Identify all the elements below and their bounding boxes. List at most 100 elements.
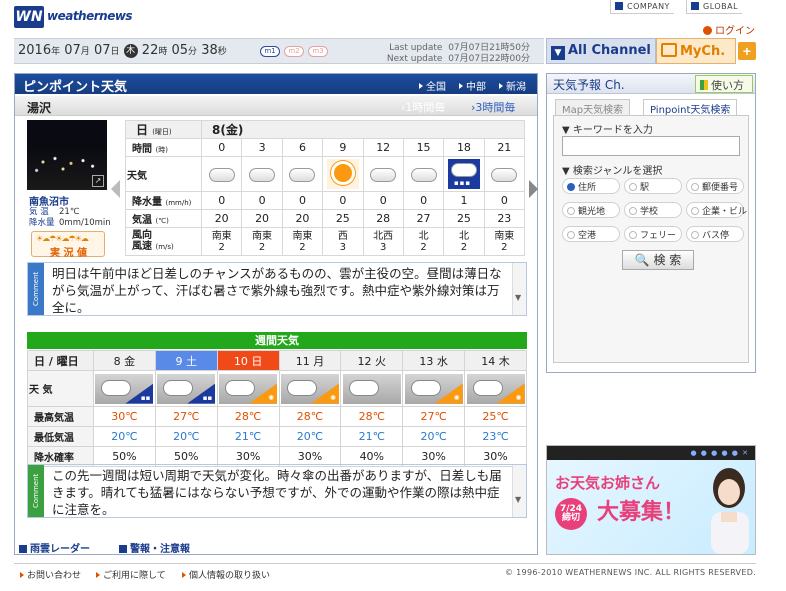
expand-icon[interactable]: ↗	[92, 175, 104, 187]
comment-scrollbar[interactable]: ▼	[512, 465, 526, 517]
wind-direction: 南東	[252, 230, 273, 242]
scroll-down-icon[interactable]: ▼	[515, 293, 521, 302]
login-label: ログイン	[715, 26, 755, 37]
square-icon	[691, 2, 699, 10]
row-label-wind: 風向 風速 (m/s)	[125, 227, 202, 256]
warnings-label: 警報・注意報	[130, 544, 190, 555]
contact-link[interactable]: お問い合わせ	[20, 568, 81, 581]
genre-option[interactable]: フェリー	[624, 226, 682, 242]
genre-option[interactable]: 住所	[562, 178, 620, 194]
cloud-sun-icon: ✺	[466, 373, 525, 404]
search-button-label: 検 索	[653, 253, 682, 267]
precip-cell: 0	[362, 191, 404, 210]
wind-cell: 北西 3	[362, 227, 404, 256]
global-link[interactable]: GLOBAL	[686, 0, 743, 14]
live-camera-image[interactable]: ↗	[27, 120, 107, 190]
weekly-weather-cell: ✺	[402, 370, 466, 407]
cloud-shape	[101, 379, 132, 396]
genre-option[interactable]: 観光地	[562, 202, 620, 218]
all-channel-button[interactable]: ▼ All Channel	[546, 38, 656, 64]
temp-cell: 25	[443, 209, 485, 228]
weekly-comment-box: Comment この先一週間は短い周期で天気が変化。時々傘の出番がありますが、日…	[27, 464, 527, 518]
weekly-low-cell: 20℃	[93, 426, 156, 447]
wind-speed: 2	[420, 241, 427, 253]
search-button[interactable]: 🔍 検 索	[622, 250, 694, 270]
row-label-day: 日 / 曜日	[27, 350, 94, 371]
clock-month-unit: 月	[80, 47, 90, 57]
recruit-banner[interactable]: ● ● ● ● ● ✕ お天気お姉さん 大募集！ 7/24 締切	[546, 445, 756, 555]
region-link-chubu[interactable]: 中部	[459, 78, 486, 93]
genre-option-label: 学校	[640, 207, 659, 217]
weekly-day-header: 12 火	[340, 350, 404, 371]
tab-3hour[interactable]: ›3時間毎	[471, 99, 515, 115]
logo-text: weathernews	[47, 9, 133, 23]
expand-icon	[19, 545, 27, 553]
live-values-button[interactable]: ☀☁☂☀☁☂☀☁ 実 況 値	[31, 231, 105, 259]
weekly-weather-cell: ✺	[278, 370, 342, 407]
genre-option[interactable]: 学校	[624, 202, 682, 218]
clock-year: 2016	[18, 43, 52, 58]
comment-scrollbar[interactable]: ▼	[512, 263, 526, 315]
radio-icon	[629, 231, 637, 239]
company-link[interactable]: COMPANY	[610, 0, 674, 14]
hours-cell: 3	[241, 138, 283, 157]
sun-shape	[333, 164, 352, 182]
weekly-high-cell: 30℃	[93, 406, 156, 427]
genre-option[interactable]: 駅	[624, 178, 682, 194]
tab-1hour[interactable]: ›1時間毎	[401, 99, 445, 115]
row-label-time-text: 時間	[132, 144, 152, 155]
logo-mark: WN	[14, 6, 44, 28]
weather-cell	[200, 156, 243, 192]
radio-icon	[629, 183, 637, 191]
row-label-wind-speed: 風速	[132, 241, 152, 252]
genre-option[interactable]: 郵便番号	[686, 178, 744, 194]
genre-option[interactable]: 空港	[562, 226, 620, 242]
next-day-arrow[interactable]	[529, 180, 538, 198]
weekly-day-header: 10 日	[216, 350, 280, 371]
genre-option[interactable]: バス停	[686, 226, 744, 242]
prev-day-arrow[interactable]	[111, 180, 120, 198]
clock-year-unit: 年	[51, 47, 61, 57]
radio-icon	[691, 231, 699, 239]
scroll-down-icon[interactable]: ▼	[515, 495, 521, 504]
wind-cell: 西3	[322, 227, 364, 256]
region-link-national[interactable]: 全国	[419, 78, 446, 93]
terms-link[interactable]: ご利用に際して	[96, 568, 166, 581]
weathernews-logo[interactable]: WN weathernews	[14, 6, 133, 28]
genre-option[interactable]: 企業・ビル	[686, 202, 747, 218]
weekly-title: 週間天気	[27, 332, 527, 349]
all-channel-label: All Channel	[568, 43, 651, 58]
keyword-input[interactable]	[562, 136, 740, 156]
raindrops: ▪▪	[202, 393, 213, 402]
wind-speed: 2	[258, 241, 266, 253]
tab-map-search[interactable]: Map天気検索	[555, 99, 631, 116]
login-link[interactable]: ログイン	[703, 22, 755, 37]
add-channel-button[interactable]: +	[738, 42, 756, 60]
wind-cell: 南東 2	[200, 227, 243, 256]
warnings-link[interactable]: 警報・注意報	[119, 540, 190, 555]
cloud-shape	[410, 168, 437, 182]
weekly-day-header: 11 月	[278, 350, 342, 371]
weather-cell	[483, 156, 526, 192]
row-label-temp: 気温 (℃)	[125, 209, 202, 228]
search-box: ▼ キーワードを入力 ▼ 検索ジャンルを選択 住所 駅 郵便番号 観光地 学校 企業・ビル…	[553, 115, 749, 363]
mode-m1-button[interactable]: m1	[260, 46, 280, 57]
region-link-niigata[interactable]: 新潟	[499, 78, 526, 93]
clock-day-unit: 日	[110, 47, 120, 57]
privacy-link[interactable]: 個人情報の取り扱い	[182, 568, 270, 581]
date-bar: 2016年 07月 07日 木 22時 05分 38秒 m1 m2 m3 Las…	[14, 38, 544, 64]
mode-m3-button[interactable]: m3	[308, 46, 328, 57]
usage-button[interactable]: 使い方	[695, 75, 753, 93]
row-label-low: 最低気温	[27, 426, 94, 447]
weekly-date: 12	[357, 354, 372, 368]
rain-radar-link[interactable]: 雨雲レーダー	[19, 540, 90, 555]
cloud-sun-icon: ✺	[404, 373, 463, 404]
wind-direction: 北西	[373, 230, 394, 242]
station-precip-value: 0mm/10min	[59, 218, 111, 228]
weekly-weekday: 火	[375, 354, 387, 368]
weekly-forecast-table: 日 / 曜日 8 金9 土 10 日 11 月 12 火 13 水 14 木 天 気 ▪▪ ▪▪…	[27, 350, 527, 467]
mode-m2-button[interactable]: m2	[284, 46, 304, 57]
weekly-high-cell: 28℃	[278, 406, 342, 427]
tab-pinpoint-search[interactable]: Pinpoint天気検索	[643, 99, 738, 116]
mych-button[interactable]: MyCh.	[656, 38, 736, 64]
